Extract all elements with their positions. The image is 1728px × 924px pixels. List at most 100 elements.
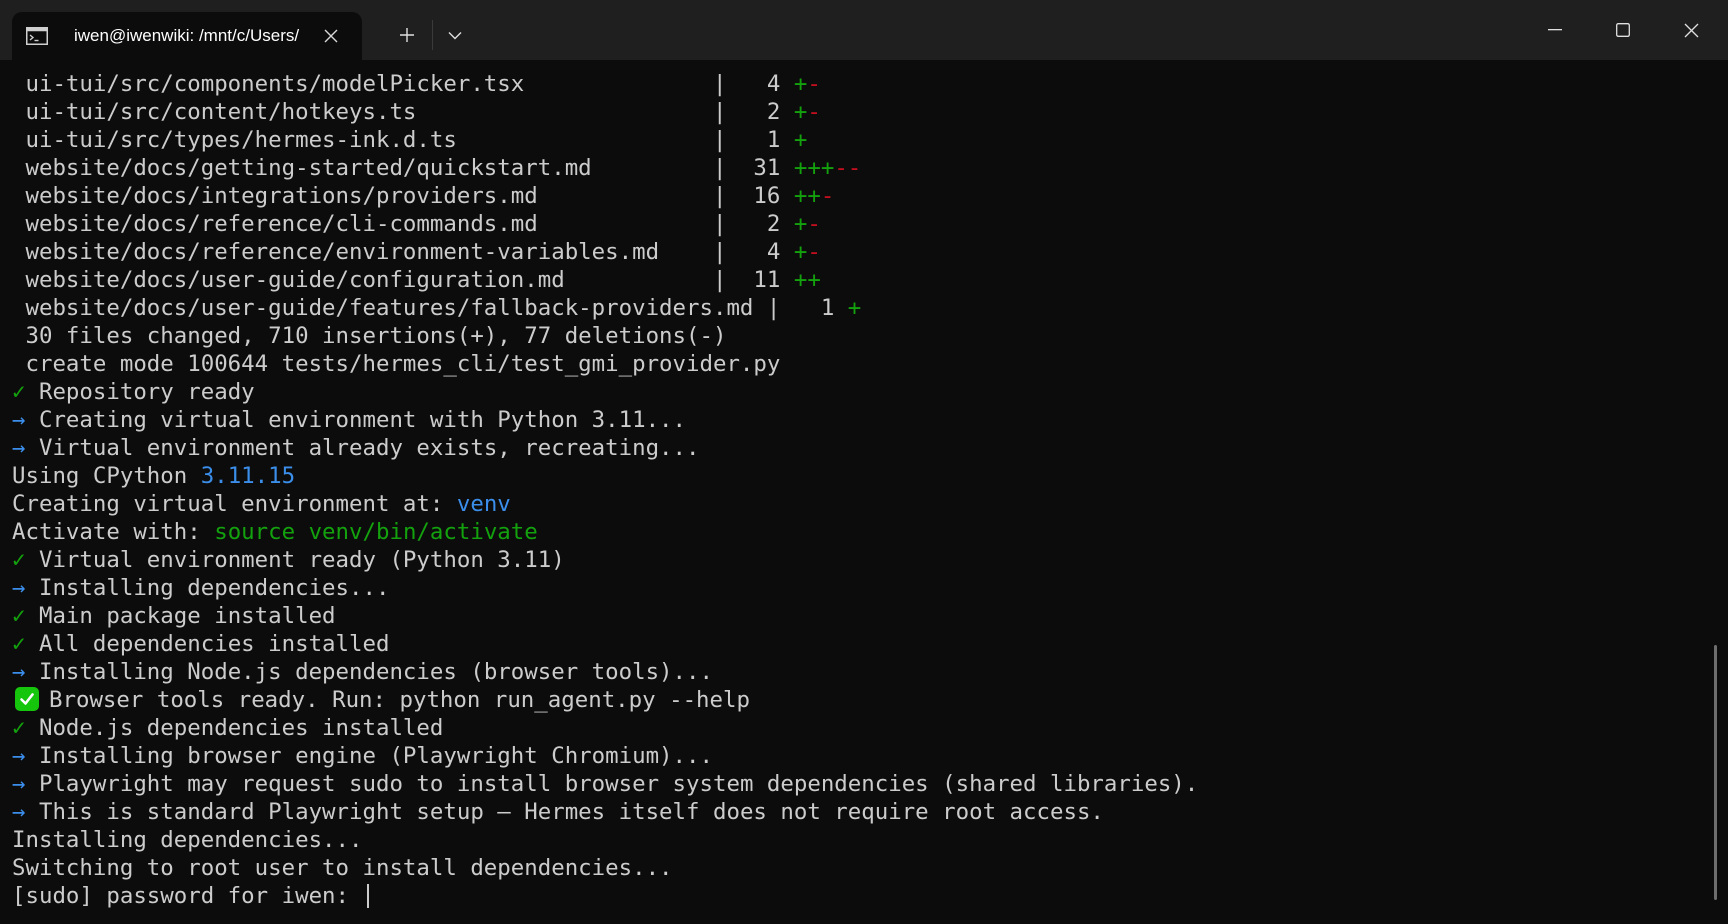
terminal-line: Switching to root user to install depend…: [12, 854, 1708, 882]
terminal-line: website/docs/user-guide/features/fallbac…: [12, 294, 1708, 322]
terminal-text: →: [12, 575, 26, 601]
title-bar: iwen@iwenwiki: /mnt/c/Users/: [0, 0, 1728, 60]
close-tab-icon[interactable]: [318, 23, 344, 49]
terminal-text: website/docs/getting-started/quickstart.…: [12, 155, 794, 181]
terminal-text: Main package installed: [25, 603, 336, 629]
terminal-text: +: [793, 239, 808, 265]
terminal-text: Creating virtual environment at:: [12, 491, 457, 517]
check-mark-button-icon: [15, 687, 39, 711]
terminal-text: Repository ready: [25, 379, 255, 405]
terminal-line: website/docs/reference/environment-varia…: [12, 238, 1708, 266]
terminal-text: Installing browser engine (Playwright Ch…: [25, 743, 713, 769]
terminal-line: create mode 100644 tests/hermes_cli/test…: [12, 350, 1708, 378]
terminal-text: -: [820, 183, 835, 209]
terminal-line: ui-tui/src/components/modelPicker.tsx | …: [12, 70, 1708, 98]
terminal-line: website/docs/user-guide/configuration.md…: [12, 266, 1708, 294]
terminal-text: 30 files changed, 710 insertions(+), 77 …: [12, 323, 727, 349]
terminal-text: --: [834, 155, 862, 181]
terminal-text: website/docs/reference/cli-commands.md |…: [12, 211, 794, 237]
tab-title: iwen@iwenwiki: /mnt/c/Users/: [74, 26, 300, 45]
text-cursor: [366, 884, 369, 908]
tab-terminal[interactable]: iwen@iwenwiki: /mnt/c/Users/: [12, 12, 362, 60]
plus-icon[interactable]: [390, 20, 424, 50]
terminal-text: Using CPython: [12, 463, 201, 489]
terminal-text: →: [12, 435, 26, 461]
terminal-text: Activate with:: [12, 519, 215, 545]
terminal-line: Browser tools ready. Run: python run_age…: [12, 686, 1708, 714]
terminal-text: website/docs/reference/environment-varia…: [12, 239, 794, 265]
terminal-line: ✓ Virtual environment ready (Python 3.11…: [12, 546, 1708, 574]
terminal-text: ui-tui/src/components/modelPicker.tsx | …: [12, 71, 794, 97]
terminal-text: Installing Node.js dependencies (browser…: [25, 659, 713, 685]
terminal-line: ✓ All dependencies installed: [12, 630, 1708, 658]
terminal-text: -: [807, 99, 821, 125]
terminal-output[interactable]: ui-tui/src/components/modelPicker.tsx | …: [12, 70, 1708, 920]
terminal-line: → Virtual environment already exists, re…: [12, 434, 1708, 462]
terminal-text: Node.js dependencies installed: [25, 715, 444, 741]
maximize-icon[interactable]: [1600, 12, 1646, 48]
terminal-text: →: [12, 407, 26, 433]
terminal-text: ✓: [12, 547, 26, 573]
terminal-text: All dependencies installed: [25, 631, 390, 657]
terminal-text: -: [807, 211, 821, 237]
terminal-line: ui-tui/src/types/hermes-ink.d.ts | 1 +: [12, 126, 1708, 154]
terminal-line: → Installing browser engine (Playwright …: [12, 742, 1708, 770]
terminal-text: This is standard Playwright setup — Herm…: [25, 799, 1104, 825]
terminal-text: +: [793, 99, 808, 125]
terminal-text: website/docs/user-guide/configuration.md…: [12, 267, 794, 293]
terminal-text: -: [807, 71, 821, 97]
terminal-text: 3.11.15: [200, 463, 296, 489]
terminal-line: Installing dependencies...: [12, 826, 1708, 854]
terminal-text: →: [12, 771, 26, 797]
terminal-line: → Installing Node.js dependencies (brows…: [12, 658, 1708, 686]
terminal-line: → Installing dependencies...: [12, 574, 1708, 602]
terminal-text: +: [793, 211, 808, 237]
terminal-line: website/docs/getting-started/quickstart.…: [12, 154, 1708, 182]
terminal-text: ✓: [12, 379, 26, 405]
terminal-text: Switching to root user to install depend…: [12, 855, 673, 881]
terminal-line: Activate with: source venv/bin/activate: [12, 518, 1708, 546]
terminal-text: +++: [793, 155, 835, 181]
terminal-line: website/docs/reference/cli-commands.md |…: [12, 210, 1708, 238]
terminal-text: →: [12, 799, 26, 825]
terminal-text: →: [12, 659, 26, 685]
terminal-line: ✓ Repository ready: [12, 378, 1708, 406]
terminal-text: +: [793, 127, 808, 153]
terminal-text: [sudo] password for iwen:: [12, 883, 363, 909]
terminal-text: Installing dependencies...: [25, 575, 390, 601]
terminal-icon: [26, 27, 48, 45]
terminal-line: Using CPython 3.11.15: [12, 462, 1708, 490]
terminal-line: ui-tui/src/content/hotkeys.ts | 2 +-: [12, 98, 1708, 126]
terminal-text: Virtual environment already exists, recr…: [25, 435, 700, 461]
terminal-text: ui-tui/src/content/hotkeys.ts | 2: [12, 99, 794, 125]
terminal-text: ✓: [12, 631, 26, 657]
terminal-text: website/docs/integrations/providers.md |…: [12, 183, 794, 209]
terminal-text: ui-tui/src/types/hermes-ink.d.ts | 1: [12, 127, 794, 153]
terminal-text: Installing dependencies...: [12, 827, 363, 853]
terminal-text: source venv/bin/activate: [214, 519, 538, 545]
terminal-line: [sudo] password for iwen:: [12, 882, 1708, 910]
terminal-text: -: [807, 239, 821, 265]
terminal-text: ++: [793, 183, 821, 209]
terminal-text: →: [12, 743, 26, 769]
terminal-line: website/docs/integrations/providers.md |…: [12, 182, 1708, 210]
terminal-line: Creating virtual environment at: venv: [12, 490, 1708, 518]
tab-separator: [432, 20, 433, 50]
terminal-line: → Creating virtual environment with Pyth…: [12, 406, 1708, 434]
terminal-line: 30 files changed, 710 insertions(+), 77 …: [12, 322, 1708, 350]
scrollbar[interactable]: [1714, 645, 1717, 900]
terminal-text: ++: [793, 267, 821, 293]
terminal-text: ✓: [12, 603, 26, 629]
terminal-line: → Playwright may request sudo to install…: [12, 770, 1708, 798]
terminal-text: website/docs/user-guide/features/fallbac…: [12, 295, 848, 321]
terminal-text: ✓: [12, 715, 26, 741]
terminal-text: Browser tools ready. Run: python run_age…: [49, 687, 750, 713]
terminal-line: ✓ Main package installed: [12, 602, 1708, 630]
terminal-window: iwen@iwenwiki: /mnt/c/Users/ ui-tui/src/…: [0, 0, 1728, 924]
minimize-icon[interactable]: [1532, 12, 1578, 48]
close-icon[interactable]: [1668, 12, 1714, 48]
chevron-down-icon[interactable]: [438, 20, 472, 50]
terminal-text: Creating virtual environment with Python…: [25, 407, 687, 433]
terminal-text: Virtual environment ready (Python 3.11): [25, 547, 565, 573]
terminal-text: Playwright may request sudo to install b…: [25, 771, 1199, 797]
